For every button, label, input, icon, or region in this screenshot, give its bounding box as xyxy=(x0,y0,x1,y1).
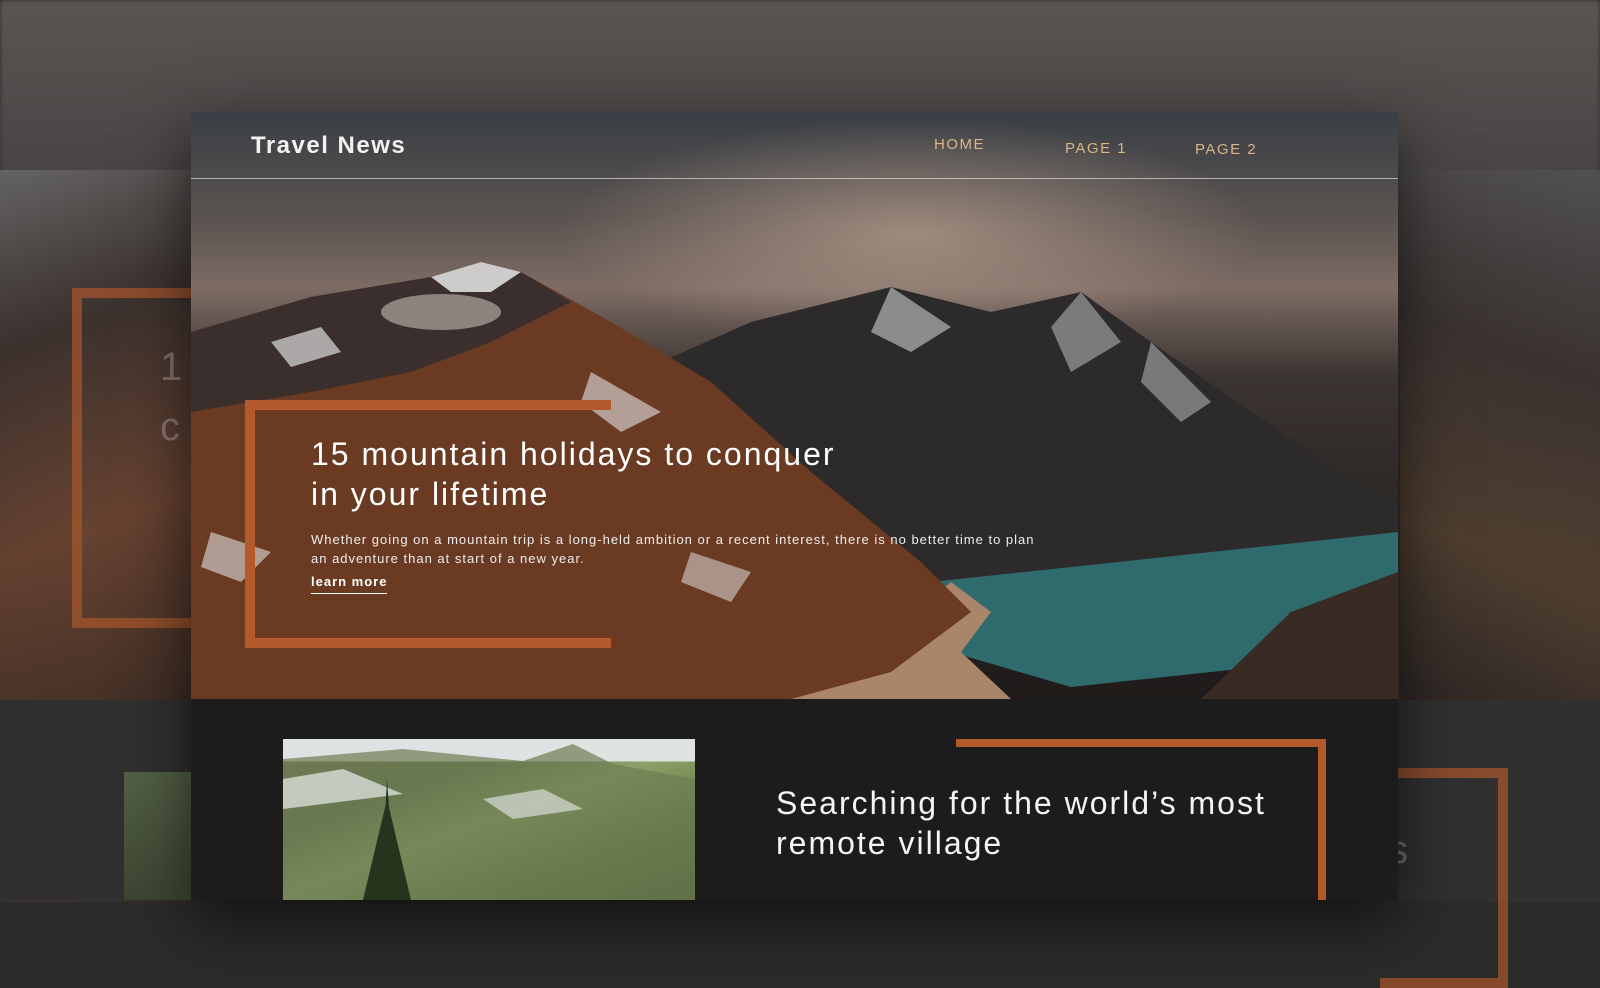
background-text-fragment: 1 xyxy=(160,345,183,389)
learn-more-link[interactable]: learn more xyxy=(311,574,388,594)
nav-link-home[interactable]: HOME xyxy=(934,136,985,153)
nav-link-page-2[interactable]: PAGE 2 xyxy=(1195,141,1257,158)
website-preview: Travel News HOME PAGE 1 PAGE 2 15 mounta… xyxy=(191,112,1398,900)
site-logo-text[interactable]: Travel News xyxy=(251,132,406,160)
featured-story-title[interactable]: Searching for the world’s most remote vi… xyxy=(776,783,1296,863)
hero-headline: 15 mountain holidays to conquer in your … xyxy=(311,436,836,512)
background-accent-frame-right xyxy=(1380,768,1508,988)
hero-excerpt: Whether going on a mountain trip is a lo… xyxy=(311,532,1035,566)
nav-link-page-1[interactable]: PAGE 1 xyxy=(1065,140,1127,157)
background-thumbnail xyxy=(124,772,200,900)
hero-section: Travel News HOME PAGE 1 PAGE 2 15 mounta… xyxy=(191,112,1398,699)
background-mountain-right xyxy=(1400,170,1600,700)
background-text-fragment: c xyxy=(160,405,180,449)
featured-story-image[interactable] xyxy=(283,739,695,900)
hillside xyxy=(283,744,695,900)
top-navigation-bar: Travel News HOME PAGE 1 PAGE 2 xyxy=(191,112,1398,179)
featured-story-section: Searching for the world’s most remote vi… xyxy=(191,699,1398,900)
cloud xyxy=(381,294,501,330)
alpine-meadow-image xyxy=(283,744,695,900)
